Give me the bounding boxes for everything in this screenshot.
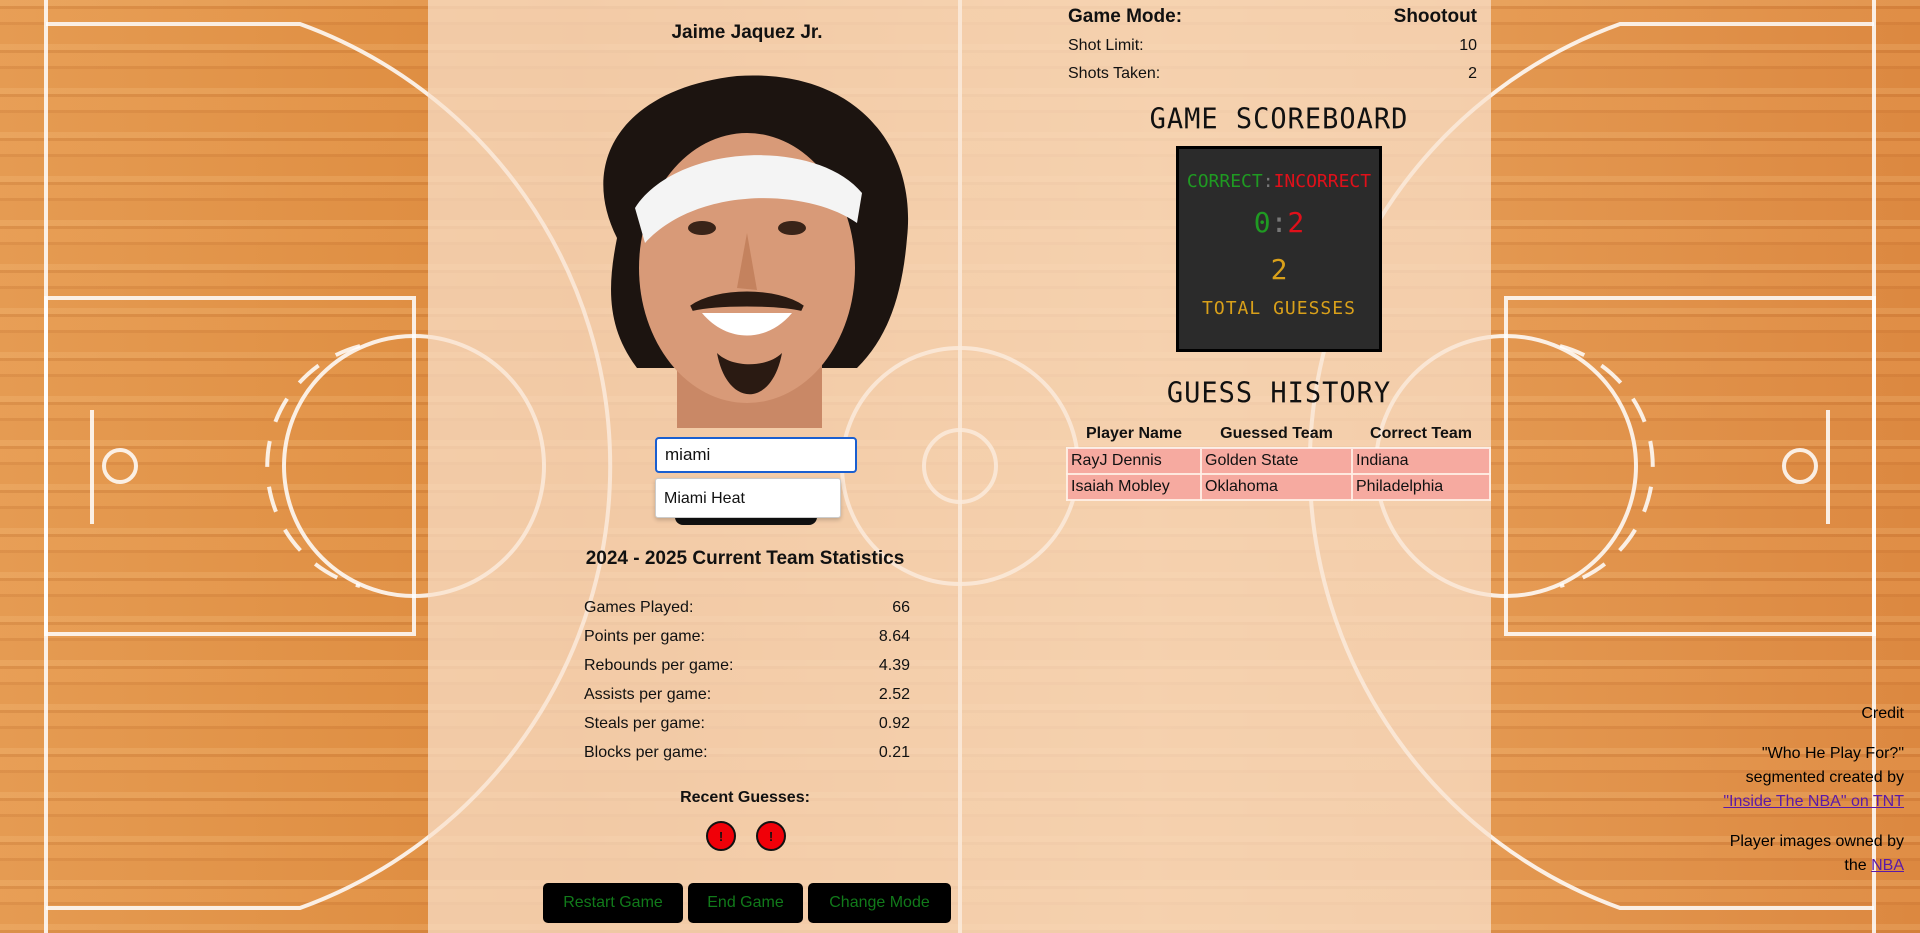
history-row: RayJ Dennis Golden State Indiana: [1066, 447, 1491, 475]
stat-value: 0.92: [878, 715, 910, 732]
total-guesses-count: 2: [1270, 253, 1288, 286]
stat-row-points: Points per game: 8.64: [584, 627, 910, 656]
credit-segment: "Who He Play For?" segmented created by …: [1704, 742, 1904, 814]
scoreboard-title: GAME SCOREBOARD: [1149, 103, 1409, 136]
stat-row-assists: Assists per game: 2.52: [584, 685, 910, 714]
history-row: Isaiah Mobley Oklahoma Philadelphia: [1066, 473, 1491, 501]
correct-count: 0: [1253, 206, 1271, 239]
recent-guesses-list: ! !: [700, 821, 800, 851]
stat-value: 4.39: [878, 657, 910, 674]
incorrect-count: 2: [1287, 206, 1305, 239]
stat-value: 66: [892, 599, 910, 616]
total-guesses-label: TOTAL GUESSES: [1202, 298, 1356, 319]
stat-row-rebounds: Rebounds per game: 4.39: [584, 656, 910, 685]
history-guessed-cell: Oklahoma: [1200, 473, 1353, 501]
stat-value: 0.21: [878, 744, 910, 761]
stat-row-steals: Steals per game: 0.92: [584, 714, 910, 743]
column-header-guessed-team: Guessed Team: [1201, 420, 1352, 449]
stat-value: 2.52: [878, 686, 910, 703]
credit-section: Credit "Who He Play For?" segmented crea…: [1704, 702, 1904, 894]
restart-game-button[interactable]: Restart Game: [543, 883, 683, 923]
stat-label: Rebounds per game:: [584, 657, 734, 674]
header-separator: :: [1262, 171, 1274, 192]
column-header-player: Player Name: [1067, 420, 1201, 449]
stat-row-blocks: Blocks per game: 0.21: [584, 743, 910, 772]
game-scoreboard: CORRECT:INCORRECT 0:2 2 TOTAL GUESSES: [1176, 146, 1382, 352]
exclamation-icon: !: [768, 828, 774, 844]
player-name: Jaime Jaquez Jr.: [671, 22, 823, 43]
nba-link[interactable]: NBA: [1871, 857, 1904, 874]
credit-segment-text: "Who He Play For?" segmented created by: [1745, 745, 1904, 786]
team-guess-input[interactable]: [655, 437, 857, 473]
history-correct-cell: Philadelphia: [1351, 473, 1491, 501]
recent-guesses-title: Recent Guesses:: [680, 789, 810, 806]
guess-history-table: Player Name Guessed Team Correct Team Ra…: [1066, 420, 1491, 501]
shot-limit-label: Shot Limit:: [1068, 37, 1144, 54]
stat-label: Points per game:: [584, 628, 705, 645]
recent-guess-incorrect-indicator: !: [756, 821, 786, 851]
stats-title: 2024 - 2025 Current Team Statistics: [585, 548, 905, 569]
stat-label: Blocks per game:: [584, 744, 708, 761]
recent-guess-incorrect-indicator: !: [706, 821, 736, 851]
end-game-button[interactable]: End Game: [688, 883, 803, 923]
credit-images: Player images owned by the NBA: [1704, 830, 1904, 878]
scoreboard-score: 0:2: [1179, 206, 1379, 239]
credit-title: Credit: [1861, 705, 1904, 722]
stat-label: Games Played:: [584, 599, 694, 616]
incorrect-label: INCORRECT: [1273, 171, 1372, 192]
autocomplete-option-miami-heat[interactable]: Miami Heat: [655, 478, 841, 518]
score-separator: :: [1270, 206, 1288, 239]
column-header-correct-team: Correct Team: [1352, 420, 1490, 449]
shots-taken-value: 2: [1468, 65, 1477, 82]
player-headshot-image: [603, 75, 909, 428]
game-mode-value: Shootout: [1393, 6, 1477, 27]
stat-label: Assists per game:: [584, 686, 712, 703]
history-guessed-cell: Golden State: [1200, 447, 1353, 475]
exclamation-icon: !: [718, 828, 724, 844]
change-mode-button[interactable]: Change Mode: [808, 883, 951, 923]
correct-label: CORRECT: [1186, 171, 1263, 192]
history-player-cell: Isaiah Mobley: [1066, 473, 1202, 501]
inside-the-nba-link[interactable]: "Inside The NBA" on TNT: [1723, 793, 1904, 810]
stat-value: 8.64: [878, 628, 910, 645]
history-header-row: Player Name Guessed Team Correct Team: [1067, 420, 1490, 449]
stat-label: Steals per game:: [584, 715, 705, 732]
history-player-cell: RayJ Dennis: [1066, 447, 1202, 475]
scoreboard-header: CORRECT:INCORRECT: [1179, 171, 1379, 192]
game-mode-label: Game Mode:: [1068, 6, 1183, 27]
history-correct-cell: Indiana: [1351, 447, 1491, 475]
shots-taken-label: Shots Taken:: [1068, 65, 1161, 82]
stats-list: Games Played: 66 Points per game: 8.64 R…: [584, 598, 910, 772]
shot-limit-value: 10: [1459, 37, 1477, 54]
guess-history-title: GUESS HISTORY: [1166, 377, 1392, 410]
stat-row-games-played: Games Played: 66: [584, 598, 910, 627]
